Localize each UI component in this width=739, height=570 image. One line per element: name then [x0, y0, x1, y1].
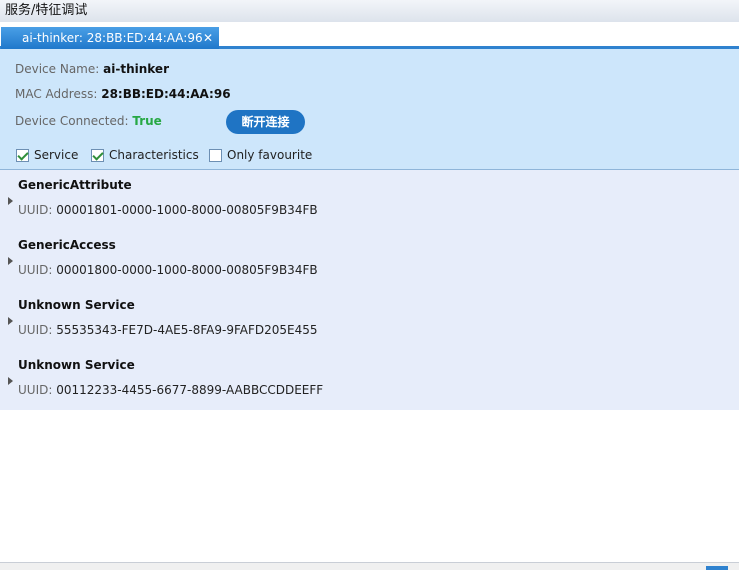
tab-device[interactable]: ai-thinker: 28:BB:ED:44:AA:96 ✕ [1, 27, 219, 49]
service-name: GenericAttribute [18, 178, 132, 192]
device-connected-value: True [132, 114, 162, 128]
mac-address-value: 28:BB:ED:44:AA:96 [101, 87, 231, 101]
service-item[interactable]: GenericAttribute UUID: 00001801-0000-100… [0, 170, 739, 230]
service-item[interactable]: GenericAccess UUID: 00001800-0000-1000-8… [0, 230, 739, 290]
expand-arrow-icon[interactable] [8, 257, 13, 265]
characteristics-checkbox-box[interactable] [91, 149, 104, 162]
expand-arrow-icon[interactable] [8, 377, 13, 385]
service-uuid-row: UUID: 00001800-0000-1000-8000-00805F9B34… [18, 263, 318, 277]
service-uuid-label: UUID: [18, 323, 53, 337]
window-title: 服务/特征调试 [0, 0, 739, 22]
close-icon[interactable]: ✕ [201, 27, 215, 49]
device-connected-label: Device Connected: [15, 114, 129, 128]
mac-address-label: MAC Address: [15, 87, 98, 101]
bottom-scrollbar[interactable] [0, 563, 739, 570]
service-item[interactable]: Unknown Service UUID: 55535343-FE7D-4AE5… [0, 290, 739, 350]
device-name-row: Device Name: ai-thinker [15, 62, 169, 76]
service-name: GenericAccess [18, 238, 116, 252]
expand-arrow-icon[interactable] [8, 317, 13, 325]
service-item[interactable]: Unknown Service UUID: 00112233-4455-6677… [0, 350, 739, 410]
mac-address-row: MAC Address: 28:BB:ED:44:AA:96 [15, 87, 231, 101]
expand-arrow-icon[interactable] [8, 197, 13, 205]
service-filter-label: Service [34, 148, 79, 162]
tab-label: ai-thinker: 28:BB:ED:44:AA:96 [22, 31, 203, 45]
service-uuid-value: 00001801-0000-1000-8000-00805F9B34FB [56, 203, 318, 217]
service-uuid-label: UUID: [18, 383, 53, 397]
characteristics-filter-label: Characteristics [109, 148, 199, 162]
tab-strip: ai-thinker: 28:BB:ED:44:AA:96 ✕ [0, 22, 739, 49]
service-uuid-value: 55535343-FE7D-4AE5-8FA9-9FAFD205E455 [56, 323, 318, 337]
service-name: Unknown Service [18, 298, 135, 312]
disconnect-button[interactable]: 断开连接 [226, 110, 305, 134]
device-name-label: Device Name: [15, 62, 100, 76]
device-info-panel: Device Name: ai-thinker MAC Address: 28:… [0, 49, 739, 170]
device-connected-row: Device Connected: True [15, 114, 162, 128]
only-favourite-checkbox-box[interactable] [209, 149, 222, 162]
service-uuid-row: UUID: 55535343-FE7D-4AE5-8FA9-9FAFD205E4… [18, 323, 318, 337]
bottom-scroll-thumb[interactable] [706, 566, 728, 570]
only-favourite-filter-label: Only favourite [227, 148, 313, 162]
service-name: Unknown Service [18, 358, 135, 372]
service-checkbox-box[interactable] [16, 149, 29, 162]
device-name-value: ai-thinker [103, 62, 169, 76]
service-uuid-row: UUID: 00001801-0000-1000-8000-00805F9B34… [18, 203, 318, 217]
service-uuid-label: UUID: [18, 263, 53, 277]
service-uuid-label: UUID: [18, 203, 53, 217]
service-list: GenericAttribute UUID: 00001801-0000-100… [0, 170, 739, 410]
service-uuid-row: UUID: 00112233-4455-6677-8899-AABBCCDDEE… [18, 383, 323, 397]
service-uuid-value: 00112233-4455-6677-8899-AABBCCDDEEFF [56, 383, 324, 397]
service-uuid-value: 00001800-0000-1000-8000-00805F9B34FB [56, 263, 318, 277]
